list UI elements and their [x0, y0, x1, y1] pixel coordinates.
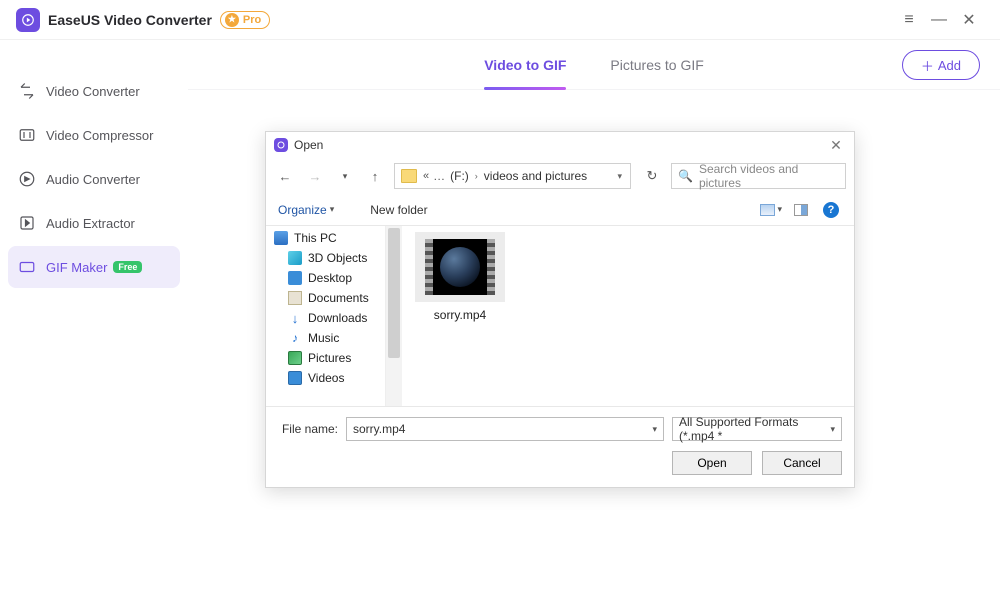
- extract-icon: [18, 214, 36, 232]
- up-button[interactable]: ↑: [364, 165, 386, 187]
- forward-button[interactable]: →: [304, 165, 326, 187]
- sidebar-item-video-compressor[interactable]: Video Compressor: [8, 114, 180, 156]
- folder-tree: This PC 3D Objects Desktop Documents ↓Do…: [266, 226, 386, 406]
- compress-icon: [18, 126, 36, 144]
- music-icon: ♪: [288, 331, 302, 345]
- close-button[interactable]: ✕: [954, 5, 984, 35]
- sidebar: Video Converter Video Compressor Audio C…: [0, 40, 188, 596]
- gif-icon: [18, 258, 36, 276]
- tree-this-pc[interactable]: This PC: [266, 228, 385, 248]
- sidebar-item-audio-converter[interactable]: Audio Converter: [8, 158, 180, 200]
- chevron-down-icon: ▾: [330, 204, 335, 215]
- audio-convert-icon: [18, 170, 36, 188]
- search-icon: 🔍: [678, 169, 693, 183]
- cancel-button[interactable]: Cancel: [762, 451, 842, 475]
- back-button[interactable]: ←: [274, 165, 296, 187]
- overflow-chevron[interactable]: «: [423, 170, 429, 182]
- refresh-button[interactable]: ↻: [641, 165, 663, 187]
- chevron-down-icon[interactable]: ▾: [652, 424, 657, 435]
- open-button[interactable]: Open: [672, 451, 752, 475]
- pc-icon: [274, 231, 288, 245]
- search-input[interactable]: 🔍 Search videos and pictures: [671, 163, 846, 189]
- breadcrumb-ellipsis: …: [433, 169, 446, 183]
- dialog-footer: File name: sorry.mp4 ▾ All Supported For…: [266, 406, 854, 487]
- menu-icon[interactable]: ≡: [894, 5, 924, 35]
- dialog-nav-row: ← → ▾ ↑ « … (F:) › videos and pictures ▾…: [266, 158, 854, 194]
- file-type-filter[interactable]: All Supported Formats (*.mp4 * ▾: [672, 417, 842, 441]
- tab-pictures-to-gif[interactable]: Pictures to GIF: [610, 40, 703, 89]
- free-badge: Free: [113, 261, 142, 273]
- preview-pane-button[interactable]: [790, 200, 812, 220]
- downloads-icon: ↓: [288, 311, 302, 325]
- star-icon: ★: [225, 13, 239, 27]
- 3d-icon: [288, 251, 302, 265]
- filename-label: File name:: [278, 422, 338, 436]
- file-thumbnail: [415, 232, 505, 302]
- tabs-row: Video to GIF Pictures to GIF ＋ Add: [188, 40, 1000, 90]
- convert-icon: [18, 82, 36, 100]
- sidebar-item-label: GIF Maker: [46, 260, 107, 275]
- sidebar-item-label: Audio Extractor: [46, 216, 135, 231]
- tab-video-to-gif[interactable]: Video to GIF: [484, 40, 566, 89]
- recent-dropdown[interactable]: ▾: [334, 165, 356, 187]
- documents-icon: [288, 291, 302, 305]
- sidebar-item-video-converter[interactable]: Video Converter: [8, 70, 180, 112]
- filename-input[interactable]: sorry.mp4 ▾: [346, 417, 664, 441]
- tree-music[interactable]: ♪Music: [266, 328, 385, 348]
- view-mode-button[interactable]: ▾: [760, 200, 782, 220]
- tree-videos[interactable]: Videos: [266, 368, 385, 388]
- app-logo-icon: [16, 8, 40, 32]
- dialog-body: This PC 3D Objects Desktop Documents ↓Do…: [266, 226, 854, 406]
- sidebar-item-label: Audio Converter: [46, 172, 140, 187]
- file-name-label: sorry.mp4: [412, 308, 508, 322]
- tree-desktop[interactable]: Desktop: [266, 268, 385, 288]
- chevron-right-icon: ›: [473, 171, 480, 181]
- minimize-button[interactable]: —: [924, 5, 954, 35]
- tree-3d-objects[interactable]: 3D Objects: [266, 248, 385, 268]
- sidebar-item-label: Video Compressor: [46, 128, 153, 143]
- file-item-sorry-mp4[interactable]: sorry.mp4: [412, 232, 508, 322]
- chevron-down-icon: ▾: [830, 424, 835, 435]
- sidebar-item-audio-extractor[interactable]: Audio Extractor: [8, 202, 180, 244]
- folder-icon: [401, 169, 417, 183]
- dialog-title: Open: [294, 138, 826, 152]
- tree-downloads[interactable]: ↓Downloads: [266, 308, 385, 328]
- dialog-logo-icon: [274, 138, 288, 152]
- desktop-icon: [288, 271, 302, 285]
- new-folder-button[interactable]: New folder: [370, 203, 427, 217]
- breadcrumb-folder[interactable]: videos and pictures: [484, 169, 587, 183]
- dialog-close-button[interactable]: ✕: [826, 135, 846, 155]
- plus-icon: ＋: [921, 56, 934, 75]
- dialog-toolbar: Organize ▾ New folder ▾ ?: [266, 194, 854, 226]
- pictures-icon: [288, 351, 302, 365]
- tree-scrollbar[interactable]: [386, 226, 402, 406]
- address-bar[interactable]: « … (F:) › videos and pictures ▾: [394, 163, 631, 189]
- help-button[interactable]: ?: [820, 200, 842, 220]
- sidebar-item-gif-maker[interactable]: GIF Maker Free: [8, 246, 180, 288]
- pro-badge: ★ Pro: [220, 11, 270, 29]
- address-dropdown[interactable]: ▾: [613, 171, 626, 182]
- titlebar: EaseUS Video Converter ★ Pro ≡ — ✕: [0, 0, 1000, 40]
- organize-button[interactable]: Organize ▾: [278, 203, 334, 217]
- sidebar-item-label: Video Converter: [46, 84, 140, 99]
- tree-pictures[interactable]: Pictures: [266, 348, 385, 368]
- app-title: EaseUS Video Converter: [48, 12, 212, 28]
- open-file-dialog: Open ✕ ← → ▾ ↑ « … (F:) › videos and pic…: [265, 131, 855, 488]
- videos-icon: [288, 371, 302, 385]
- tree-documents[interactable]: Documents: [266, 288, 385, 308]
- dialog-titlebar: Open ✕: [266, 132, 854, 158]
- file-pane[interactable]: sorry.mp4: [402, 226, 854, 406]
- add-button[interactable]: ＋ Add: [902, 50, 980, 80]
- breadcrumb-drive[interactable]: (F:): [450, 169, 469, 183]
